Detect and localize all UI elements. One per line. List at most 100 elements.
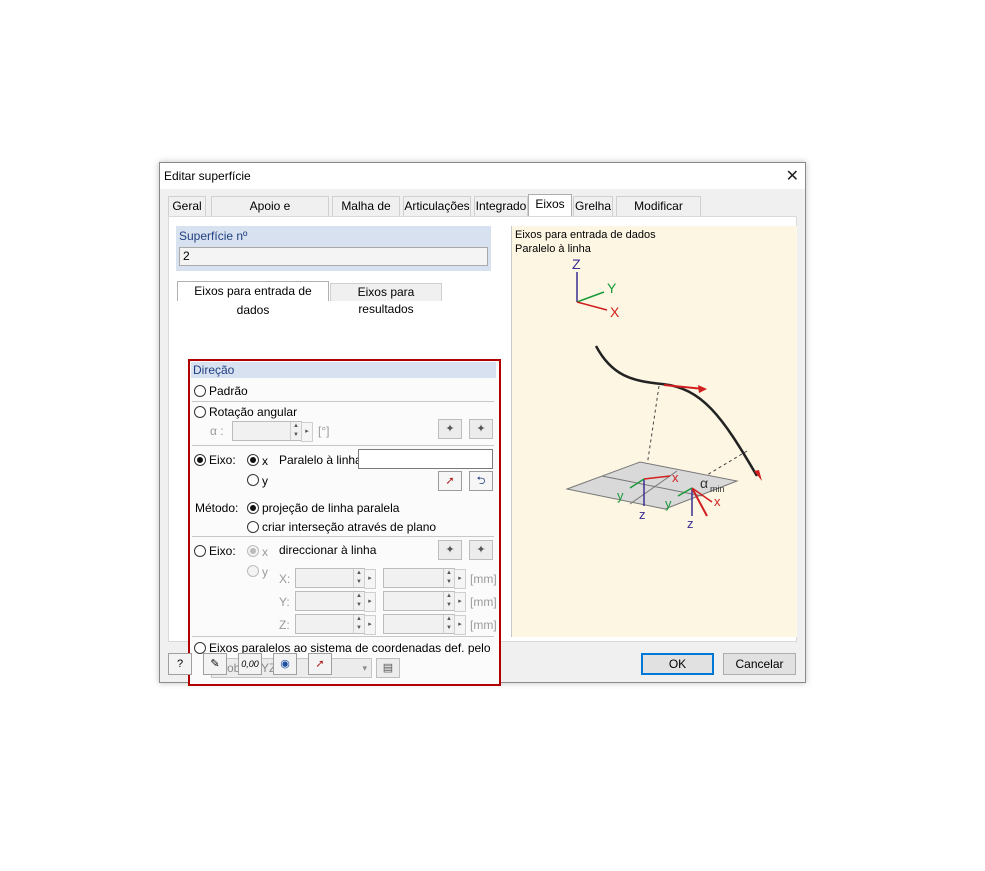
spin-menu-icon[interactable]: ▸: [364, 592, 376, 612]
tab-apoio[interactable]: Apoio e excentricidade: [211, 196, 329, 232]
line-curve: [594, 345, 759, 477]
tab-articulacoes[interactable]: Articulações: [403, 196, 471, 216]
rotacao-label: Rotação angular: [209, 405, 298, 419]
spin-menu-icon[interactable]: ▸: [364, 615, 376, 635]
padrao-radio[interactable]: [194, 385, 206, 397]
global-x-label: X: [610, 304, 620, 320]
subtab-eixos-entrada[interactable]: Eixos para entrada de dados: [177, 281, 329, 317]
eixo-radio[interactable]: [194, 454, 206, 466]
edit-coordinate-system-icon[interactable]: ▤: [376, 658, 400, 678]
eixos-panel: Superfície nº 2 Eixos para entrada de da…: [168, 216, 797, 686]
coord-y-unit: [mm]: [470, 595, 497, 609]
reverse-direction-icon[interactable]: ⮌: [469, 471, 493, 491]
alpha-spinner[interactable]: ▲ ▼ ▸: [232, 421, 313, 442]
surface-number-field: 2: [179, 247, 488, 266]
arrow-head: [698, 385, 707, 393]
ok-button[interactable]: OK: [641, 653, 714, 675]
edit-surface-dialog: Editar superfície ✕ Geral Apoio e excent…: [159, 162, 806, 686]
edit-note-icon[interactable]: ✎: [203, 653, 227, 675]
separator: [192, 401, 494, 402]
coord-x-spinner1[interactable]: ▲ ▼ ▸: [295, 568, 376, 589]
spin-menu-icon[interactable]: ▸: [454, 615, 466, 635]
separator: [192, 445, 494, 446]
local-y-label: y: [665, 496, 672, 511]
pick-angle-icon[interactable]: ✦: [438, 419, 462, 439]
spin-arrows-icon[interactable]: ▲ ▼: [443, 569, 454, 587]
direction-header-label: Direção: [193, 363, 235, 377]
coord-y-spinner1[interactable]: ▲ ▼ ▸: [295, 591, 376, 612]
spin-menu-icon[interactable]: ▸: [454, 592, 466, 612]
pick-angle2-icon[interactable]: ✦: [469, 419, 493, 439]
spin-arrows-icon[interactable]: ▲ ▼: [353, 592, 364, 610]
pick-point2-icon[interactable]: ✦: [469, 540, 493, 560]
local-z-label: z: [687, 516, 694, 531]
surface-number-label: Superfície nº: [179, 229, 248, 243]
local-x-label: x: [714, 494, 721, 509]
tab-integrado[interactable]: Integrado: [474, 196, 528, 216]
close-icon[interactable]: ✕: [786, 166, 799, 186]
local-y-label: y: [617, 488, 624, 503]
help-icon[interactable]: ?: [168, 653, 192, 675]
projection-dashed: [646, 385, 660, 467]
select-icon[interactable]: ➚: [308, 653, 332, 675]
spin-arrows-icon[interactable]: ▲ ▼: [443, 592, 454, 610]
eixo2-x-label: x: [262, 545, 268, 559]
dialog-title: Editar superfície: [164, 169, 251, 183]
arrow-head: [754, 470, 762, 481]
pick-point1-icon[interactable]: ✦: [438, 540, 462, 560]
spin-arrows-icon[interactable]: ▲ ▼: [353, 615, 364, 633]
cancel-button[interactable]: Cancelar: [723, 653, 796, 675]
global-y-label: Y: [607, 280, 617, 296]
coord-y-spinner2[interactable]: ▲ ▼ ▸: [383, 591, 466, 612]
eixo-y-label: y: [262, 474, 268, 488]
subtab-eixos-resultados[interactable]: Eixos para resultados: [330, 283, 442, 316]
eixo-x-radio[interactable]: [247, 454, 259, 466]
units-icon[interactable]: 0,00: [238, 653, 262, 675]
global-z-label: Z: [572, 256, 581, 272]
coord-z-unit: [mm]: [470, 618, 497, 632]
eixo-label: Eixo:: [209, 453, 236, 467]
eixo2-y-radio[interactable]: [247, 565, 259, 577]
direcionar-label: direccionar à linha: [279, 543, 377, 557]
alpha-min-subscript: min: [710, 484, 725, 494]
rotacao-radio[interactable]: [194, 406, 206, 418]
tab-eixos[interactable]: Eixos: [528, 194, 572, 217]
tab-malha[interactable]: Malha de EF: [332, 196, 400, 232]
spin-arrows-icon[interactable]: ▲ ▼: [290, 422, 301, 440]
spin-arrows-icon[interactable]: ▲ ▼: [443, 615, 454, 633]
eixo2-x-radio[interactable]: [247, 545, 259, 557]
metodo-intersecao-radio[interactable]: [247, 521, 259, 533]
direction-header: Direção: [191, 362, 496, 378]
spin-arrows-icon[interactable]: ▲ ▼: [353, 569, 364, 587]
paralelo-label: Paralelo à linha:: [279, 453, 366, 467]
coord-z-label: Z:: [279, 618, 290, 632]
spin-menu-icon[interactable]: ▸: [454, 569, 466, 589]
coord-x-spinner2[interactable]: ▲ ▼ ▸: [383, 568, 466, 589]
coord-y-label: Y:: [279, 595, 290, 609]
title-bar: Editar superfície ✕: [160, 163, 805, 189]
eixo2-y-label: y: [262, 565, 268, 579]
coord-x-label: X:: [279, 572, 291, 586]
paralelo-input[interactable]: [358, 449, 493, 469]
tab-modificar-rigidez[interactable]: Modificar rigidez: [616, 196, 701, 232]
coord-z-spinner1[interactable]: ▲ ▼ ▸: [295, 614, 376, 635]
axes-diagram: Z Y X x y z x y z α min: [565, 256, 762, 531]
coord-z-spinner2[interactable]: ▲ ▼ ▸: [383, 614, 466, 635]
eixo-y-radio[interactable]: [247, 474, 259, 486]
local-x-label: x: [672, 470, 679, 485]
spin-menu-icon[interactable]: ▸: [301, 422, 313, 442]
metodo-label: Método:: [195, 501, 239, 515]
global-axes: Z Y X: [572, 256, 620, 320]
eixo2-radio[interactable]: [194, 545, 206, 557]
preview-pane: Eixos para entrada de dados Paralelo à l…: [511, 226, 797, 637]
view-icon[interactable]: ◉: [273, 653, 297, 675]
tab-geral[interactable]: Geral: [168, 196, 206, 216]
tab-grelha[interactable]: Grelha: [573, 196, 613, 216]
spin-menu-icon[interactable]: ▸: [364, 569, 376, 589]
local-z-label: z: [639, 507, 646, 522]
metodo-intersecao-label: criar interseção através de plano: [262, 520, 437, 534]
metodo-projecao-radio[interactable]: [247, 502, 259, 514]
separator: [192, 636, 494, 637]
pick-line-icon[interactable]: ➚: [438, 471, 462, 491]
padrao-label: Padrão: [209, 384, 248, 398]
